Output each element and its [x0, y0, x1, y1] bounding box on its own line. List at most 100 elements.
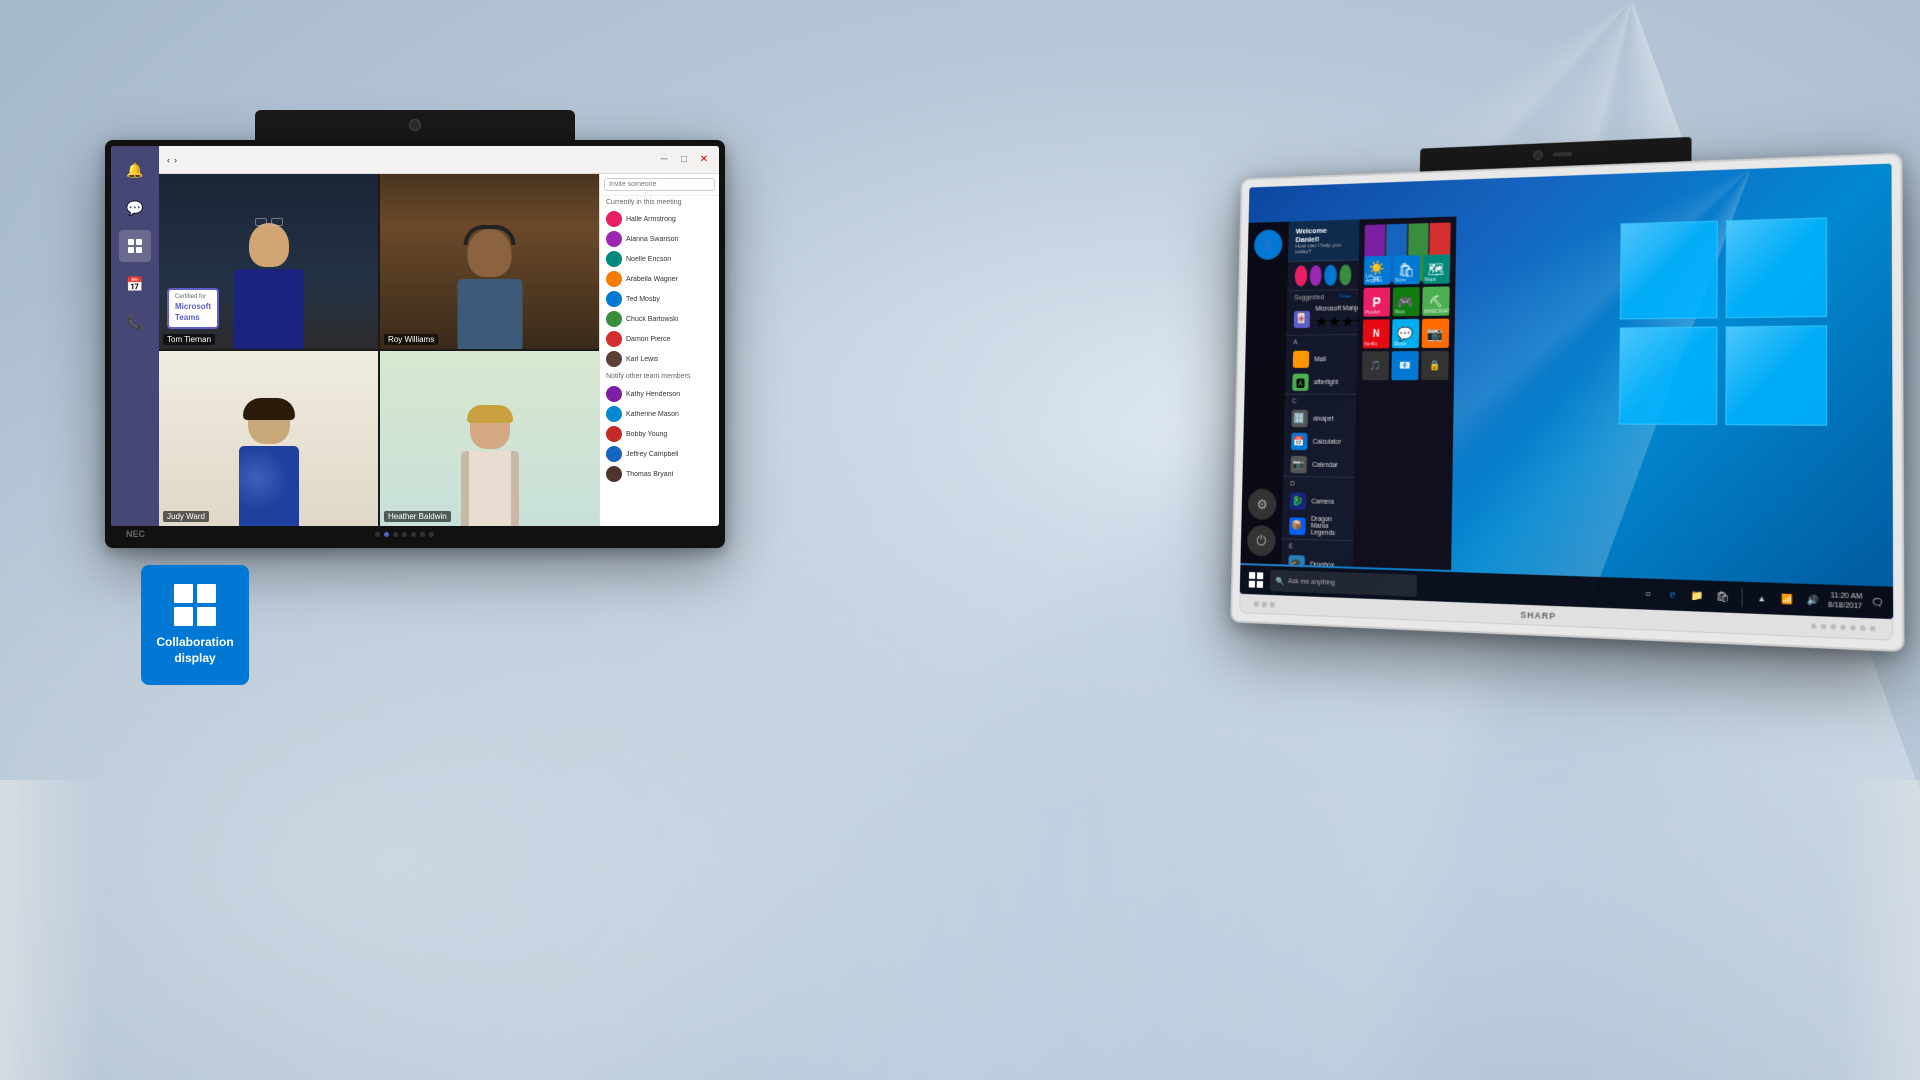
titlebar-back[interactable]: ‹ — [167, 155, 170, 165]
store-label: Store — [1395, 279, 1406, 284]
maps-tile[interactable]: 🗺 Maps — [1423, 254, 1451, 284]
app-item-calculator[interactable]: 🔢 alxapet — [1284, 407, 1356, 430]
taskbar-volume[interactable]: 🔊 — [1802, 589, 1824, 611]
video-cell-1: Tom Tiernan Certified for Microsoft Team… — [159, 174, 378, 349]
titlebar-forward[interactable]: › — [174, 155, 177, 165]
user-icon[interactable]: 👤 — [1254, 229, 1283, 260]
teams-nav-chat[interactable]: 💬 — [119, 192, 151, 224]
avatar-12 — [606, 446, 622, 462]
dot-r3 — [1831, 624, 1836, 630]
app-item-dropbox[interactable]: 📦 Dragon Mania Legends — [1282, 512, 1354, 540]
app-item-mahjongg[interactable]: 🀄 Microsoft Mahjongg ★★★★★ — [1286, 302, 1358, 334]
camera-bar-left — [255, 110, 575, 140]
taskbar-notification[interactable]: 🗨 — [1867, 591, 1889, 613]
date-display: 8/18/2017 — [1828, 601, 1862, 612]
collab-line2: display — [156, 651, 233, 667]
tile-extra-3[interactable]: 🔒 — [1421, 351, 1449, 380]
dot-7 — [429, 532, 434, 537]
avatar-1 — [606, 211, 622, 227]
taskbar-explorer[interactable]: 📁 — [1687, 585, 1708, 607]
app-item-dragon[interactable]: 🐉 Camera — [1282, 489, 1354, 514]
xbox-label: Xbox — [1394, 310, 1405, 315]
teams-nav-calls[interactable]: 📞 — [119, 306, 151, 338]
dot-r7 — [1870, 626, 1876, 632]
cortana-welcome: Welcome Daniel! How can I help you today… — [1288, 219, 1360, 262]
power-icon[interactable]: ⏻ — [1247, 525, 1276, 557]
skype-tile[interactable]: 💬 Skype — [1392, 319, 1419, 348]
dragon-icon: 🐉 — [1290, 492, 1307, 510]
panel-search-area — [600, 174, 719, 196]
picsart-label: PicsArt — [1365, 311, 1380, 316]
xbox-tile[interactable]: 🎮 Xbox — [1392, 287, 1419, 316]
teams-nav-teams[interactable] — [119, 230, 151, 262]
collab-line1: Collaboration — [156, 635, 233, 651]
dot-2 — [384, 532, 389, 537]
skype-label: Skype — [1394, 342, 1407, 347]
participant-6: Chuck Bartowski — [600, 309, 719, 329]
taskbar-cortana[interactable]: ○ — [1638, 583, 1659, 604]
participant-1: Halle Armstrong — [600, 209, 719, 229]
app-item-edmodo[interactable]: 🎓 Dropbox — [1281, 552, 1353, 567]
settings-icon[interactable]: ⚙ — [1248, 489, 1277, 520]
camera-tile[interactable]: 📷 — [1422, 319, 1450, 348]
teams-nav-activity[interactable]: 🔔 — [119, 154, 151, 186]
win-logo-grid — [1619, 217, 1827, 425]
taskbar-network[interactable]: 📶 — [1776, 588, 1797, 610]
minimize-button[interactable]: ─ — [657, 153, 671, 167]
win-pane-2 — [1726, 217, 1827, 318]
picsart-tile[interactable]: P PicsArt — [1363, 288, 1390, 317]
video-label-1: Tom Tiernan — [163, 334, 215, 345]
win10-desktop: 👤 ⚙ ⏻ Welcome Daniel! How can I help you… — [1240, 164, 1894, 620]
btn-right-3[interactable] — [1270, 601, 1275, 607]
taskbar-search[interactable]: 🔍 Ask me anything — [1270, 570, 1417, 597]
screen-right: 👤 ⚙ ⏻ Welcome Daniel! How can I help you… — [1240, 164, 1894, 620]
collab-badge-text: Collaboration display — [156, 635, 233, 666]
maps-label: Maps — [1425, 278, 1436, 283]
tile-extra-2[interactable]: 📧 — [1391, 351, 1418, 380]
monitor-right: 👤 ⚙ ⏻ Welcome Daniel! How can I help you… — [1230, 128, 1904, 652]
dropbox-icon: 📦 — [1289, 517, 1306, 535]
monitor-left-bottom: NEC — [111, 526, 719, 542]
teams-nav-calendar[interactable]: 📅 — [119, 268, 151, 300]
collaboration-badge: Collaboration display — [141, 565, 249, 685]
maximize-button[interactable]: □ — [677, 153, 691, 167]
titlebar-controls: ─ □ ✕ — [657, 153, 711, 167]
btn-right-2[interactable] — [1262, 601, 1267, 607]
app-item-alxapet[interactable]: 🅰 afterlight — [1285, 371, 1357, 394]
app-item-calendar[interactable]: 📅 Calculator — [1284, 430, 1356, 454]
dragon-name: Camera — [1311, 498, 1334, 505]
netflix-tile[interactable]: N Netflix — [1363, 319, 1390, 348]
minecraft-tile[interactable]: ⛏ MINECRAFT — [1422, 286, 1450, 316]
close-button[interactable]: ✕ — [697, 153, 711, 167]
avatar-2 — [606, 231, 622, 247]
start-button[interactable] — [1243, 568, 1268, 592]
calendar-icon: 📅 — [1291, 433, 1307, 450]
win-pane-3 — [1619, 326, 1717, 425]
weather-tile[interactable]: ☀️ 68° Los Angeles — [1364, 256, 1391, 285]
alxapet-icon: 🅰 — [1292, 374, 1308, 391]
netflix-label: Netflix — [1364, 343, 1377, 348]
avatar-10 — [606, 406, 622, 422]
avatar-4 — [606, 271, 622, 287]
app-item-afterlight[interactable]: 🔆 Mail — [1286, 348, 1358, 371]
video-cell-4: Heather Baldwin — [380, 351, 599, 526]
taskbar-store[interactable]: 🛍 — [1712, 586, 1733, 608]
camera-icon: 📷 — [1290, 456, 1307, 474]
win-pane-1 — [1620, 221, 1718, 320]
taskbar-arrow[interactable]: ▲ — [1751, 587, 1772, 609]
section-a: A — [1286, 334, 1357, 348]
app-item-camera[interactable]: 📷 Calendar — [1283, 453, 1355, 477]
taskbar-edge[interactable]: e — [1662, 584, 1683, 606]
avatar-9 — [606, 386, 622, 402]
taskbar-search-text: Ask me anything — [1288, 578, 1335, 587]
video-cell-3: Judy Ward — [159, 351, 378, 526]
invite-input[interactable] — [604, 178, 715, 191]
power-button-right[interactable] — [1254, 601, 1259, 607]
tile-extra-1[interactable]: 🎵 — [1362, 351, 1389, 380]
participant-13: Thomas Bryant — [600, 464, 719, 484]
recent-contacts — [1287, 260, 1358, 290]
participant-name-7: Damon Pierce — [626, 336, 670, 343]
store-tile[interactable]: 🛍 Store — [1393, 255, 1420, 284]
taskbar-time: 11:20 AM 8/18/2017 — [1828, 591, 1862, 612]
win-pane-4 — [1725, 325, 1827, 425]
